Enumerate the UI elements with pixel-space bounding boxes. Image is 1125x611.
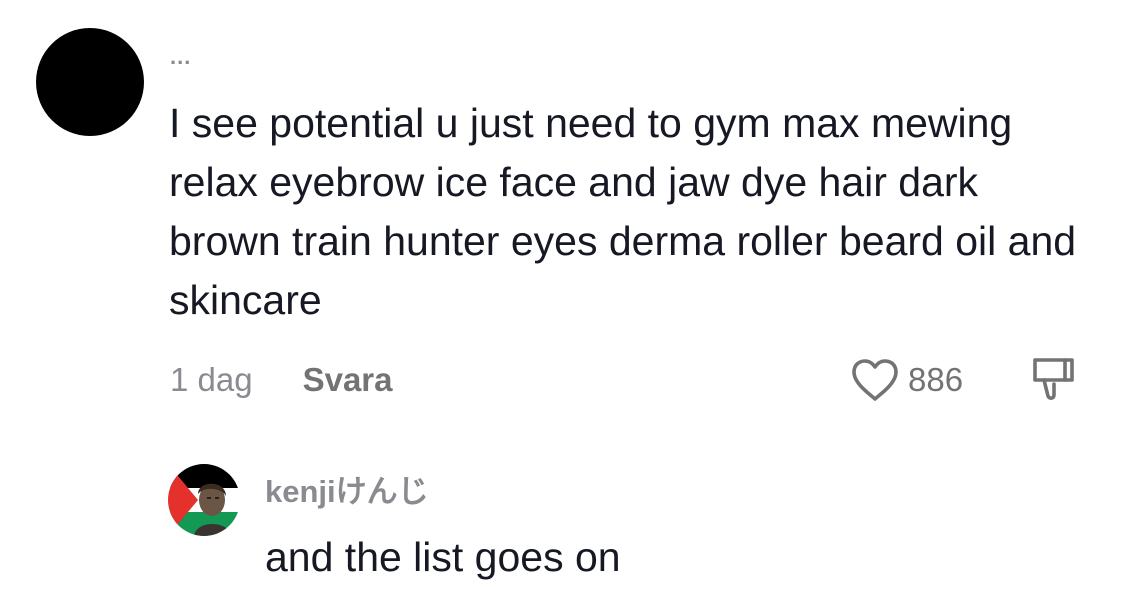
like-button[interactable]: 886 — [850, 355, 963, 405]
comment-timestamp: 1 dag — [170, 361, 253, 398]
comment-meta: 1 dag Svara — [170, 358, 393, 402]
reply-avatar-image — [168, 464, 240, 536]
comment-text: I see potential u just need to gym max m… — [169, 100, 1077, 323]
dislike-icon[interactable] — [1028, 354, 1078, 404]
reply-text: and the list goes on — [265, 534, 621, 580]
reply-avatar[interactable] — [168, 464, 240, 536]
commenter-username[interactable]: ... — [170, 46, 191, 68]
heart-icon[interactable] — [850, 357, 900, 403]
reply-button[interactable]: Svara — [303, 361, 393, 399]
like-count: 886 — [908, 361, 964, 398]
commenter-avatar[interactable] — [36, 28, 144, 136]
reply-username[interactable]: kenjiけんじ — [265, 474, 429, 510]
